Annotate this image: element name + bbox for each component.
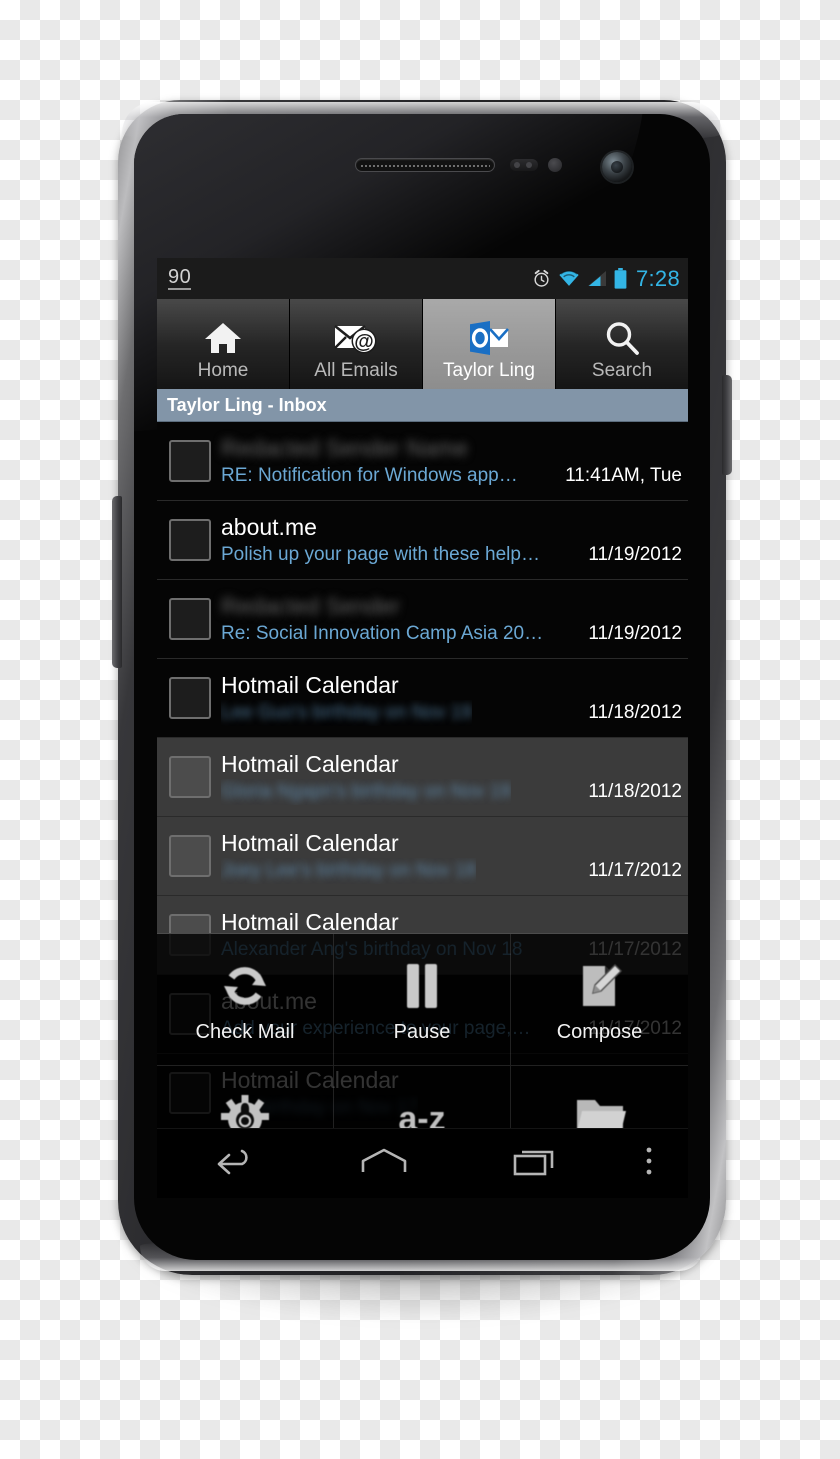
pause-icon (400, 956, 444, 1016)
row-checkbox[interactable] (169, 677, 211, 719)
row-date: 11/18/2012 (588, 781, 682, 802)
earpiece-mesh (360, 163, 490, 169)
row-date: 11/17/2012 (588, 860, 682, 881)
front-camera-icon (602, 152, 632, 182)
signal-icon (587, 270, 607, 287)
row-subject: Re: Social Innovation Camp Asia 20… (221, 623, 544, 644)
wifi-icon (558, 270, 580, 287)
nav-overflow-button[interactable] (610, 1145, 688, 1182)
tab-home[interactable]: Home (157, 299, 290, 389)
screenshot-canvas: 90 7:28 Home @ All Emails Taylor Ling Se… (0, 0, 840, 1459)
row-date: 11:41AM, Tue (565, 465, 682, 486)
light-sensor-icon (548, 158, 562, 172)
home-icon (204, 316, 242, 360)
all-emails-icon: @ (333, 316, 379, 360)
tab-label-all-emails: All Emails (314, 360, 398, 381)
menu-label-pause: Pause (393, 1020, 451, 1043)
row-checkbox[interactable] (169, 756, 211, 798)
row-sender: about.me (221, 514, 317, 540)
row-content: Hotmail Calendar Joey Lee's birthday on … (221, 817, 682, 895)
table-row[interactable]: Hotmail Calendar Gloria Ngapn's birthday… (157, 738, 688, 817)
row-content: Redacted Sender Name RE: Notification fo… (221, 422, 682, 500)
svg-text:@: @ (354, 331, 374, 353)
row-sender: Hotmail Calendar (221, 672, 399, 698)
row-sender: Hotmail Calendar (221, 830, 399, 856)
status-bar-right: 7:28 (532, 266, 680, 292)
proximity-sensor-icon (510, 159, 538, 171)
home-pentagon-icon (358, 1145, 410, 1182)
nav-recents-button[interactable] (459, 1144, 610, 1183)
tab-label-search: Search (591, 360, 653, 381)
row-date: 11/19/2012 (588, 544, 682, 565)
android-navigation-bar (157, 1128, 688, 1198)
app-tab-bar: Home @ All Emails Taylor Ling Search (157, 299, 688, 389)
row-subject: Gloria Ngapn's birthday on Nov 19 (221, 781, 511, 802)
row-checkbox[interactable] (169, 598, 211, 640)
tab-taylor-ling[interactable]: Taylor Ling (423, 299, 556, 389)
status-bar: 90 7:28 (157, 258, 688, 299)
table-row[interactable]: Hotmail Calendar Lee Guo's birthday on N… (157, 659, 688, 738)
row-subject: Polish up your page with these help… (221, 544, 540, 565)
earpiece-speaker (355, 158, 495, 172)
row-checkbox[interactable] (169, 519, 211, 561)
row-checkbox[interactable] (169, 835, 211, 877)
row-content: Hotmail Calendar Gloria Ngapn's birthday… (221, 738, 682, 816)
compose-icon (574, 956, 626, 1016)
refresh-icon (219, 956, 271, 1016)
nav-back-button[interactable] (157, 1145, 308, 1182)
table-row[interactable]: Redacted Sender Name RE: Notification fo… (157, 422, 688, 501)
three-dot-menu-icon (644, 1145, 654, 1182)
row-content: Hotmail Calendar Lee Guo's birthday on N… (221, 659, 682, 737)
row-subject: Lee Guo's birthday on Nov 19 (221, 702, 472, 723)
folder-header: Taylor Ling - Inbox (157, 389, 688, 422)
menu-item-compose[interactable]: Compose (511, 934, 688, 1066)
row-sender: Hotmail Calendar (221, 751, 399, 777)
back-arrow-icon (209, 1145, 257, 1182)
table-row[interactable]: about.me Polish up your page with these … (157, 501, 688, 580)
row-sender: Redacted Sender Name (221, 435, 468, 461)
menu-label-compose: Compose (556, 1020, 643, 1043)
status-bar-left: 90 (168, 266, 192, 290)
search-icon (603, 316, 641, 360)
row-sender: Redacted Sender (221, 593, 401, 619)
table-row[interactable]: Redacted Sender Re: Social Innovation Ca… (157, 580, 688, 659)
row-date: 11/19/2012 (588, 623, 682, 644)
table-row[interactable]: Hotmail Calendar Joey Lee's birthday on … (157, 817, 688, 896)
notification-count-badge: 90 (168, 266, 192, 290)
row-checkbox[interactable] (169, 440, 211, 482)
folder-title: Taylor Ling - Inbox (167, 394, 327, 415)
outlook-icon (467, 316, 511, 360)
tab-all-emails[interactable]: @ All Emails (290, 299, 423, 389)
tab-search[interactable]: Search (556, 299, 688, 389)
tab-label-taylor-ling: Taylor Ling (443, 360, 535, 381)
row-date: 11/18/2012 (588, 702, 682, 723)
power-button[interactable] (722, 375, 732, 475)
menu-item-pause[interactable]: Pause (334, 934, 511, 1066)
battery-icon (614, 268, 627, 289)
nav-home-button[interactable] (308, 1145, 459, 1182)
row-content: Redacted Sender Re: Social Innovation Ca… (221, 580, 682, 658)
phone-screen: 90 7:28 Home @ All Emails Taylor Ling Se… (157, 258, 688, 1198)
row-subject: Joey Lee's birthday on Nov 18 (221, 860, 477, 881)
menu-item-check-mail[interactable]: Check Mail (157, 934, 334, 1066)
row-subject: RE: Notification for Windows app… (221, 465, 518, 486)
row-content: about.me Polish up your page with these … (221, 501, 682, 579)
status-bar-clock: 7:28 (635, 265, 680, 291)
alarm-icon (532, 269, 551, 288)
volume-button[interactable] (112, 496, 122, 668)
tab-label-home: Home (197, 360, 249, 381)
recent-apps-icon (511, 1144, 559, 1183)
menu-label-check-mail: Check Mail (195, 1020, 295, 1043)
